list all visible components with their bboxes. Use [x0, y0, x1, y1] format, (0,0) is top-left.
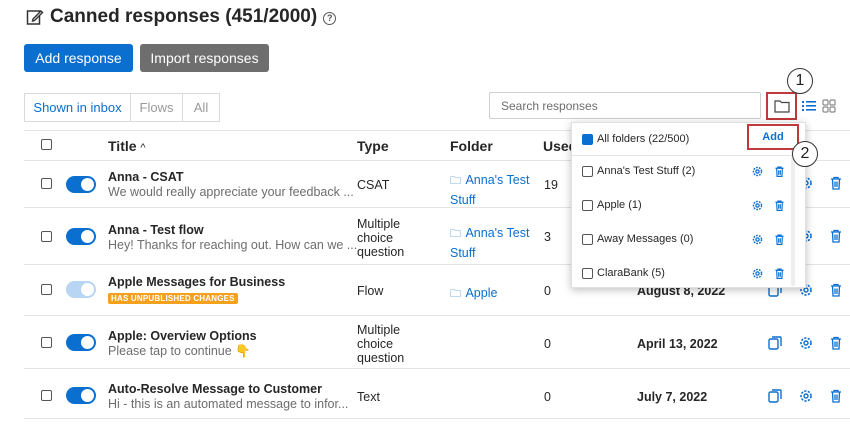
row-toggle[interactable] — [66, 176, 96, 193]
folder-option-label: Anna's Test Stuff (2) — [597, 165, 696, 177]
list-view-icon[interactable] — [801, 98, 817, 114]
settings-icon[interactable] — [798, 388, 814, 404]
add-response-button[interactable]: Add response — [24, 44, 133, 72]
row-folder-label: Anna's Test Stuff — [450, 173, 530, 207]
settings-icon[interactable] — [751, 199, 764, 212]
unpublished-badge: HAS UNPUBLISHED CHANGES — [108, 293, 238, 304]
row-toggle[interactable] — [66, 228, 96, 245]
row-folder-link[interactable]: 🗀 Anna's Test Stuff — [450, 224, 535, 262]
page-header: Canned responses (451/2000) ? — [26, 6, 337, 28]
add-folder-button[interactable]: Add — [747, 124, 799, 150]
row-type: Text — [357, 390, 380, 404]
folder-option-label: ClaraBank (5) — [597, 267, 665, 279]
row-type: Multiple choice question — [357, 323, 405, 365]
row-checkbox[interactable] — [41, 284, 52, 295]
tab-all[interactable]: All — [183, 94, 219, 121]
trash-icon[interactable] — [828, 388, 844, 404]
row-used-count: 0 — [544, 284, 551, 298]
settings-icon[interactable] — [751, 267, 764, 280]
divider — [24, 418, 850, 419]
row-date: July 7, 2022 — [637, 390, 708, 404]
row-checkbox[interactable] — [41, 337, 52, 348]
row-preview: Hi - this is an automated message to inf… — [108, 397, 349, 411]
trash-icon[interactable] — [773, 267, 786, 280]
folder-checkbox[interactable] — [582, 165, 593, 177]
callout-2: 2 — [792, 141, 818, 167]
row-type: Flow — [357, 284, 384, 298]
row-used-count: 19 — [544, 178, 558, 192]
row-folder-link[interactable]: 🗀 Apple — [450, 284, 497, 304]
column-header-type[interactable]: Type — [357, 138, 389, 154]
row-title[interactable]: Anna - CSAT — [108, 170, 183, 184]
trash-icon[interactable] — [773, 233, 786, 246]
search-input[interactable]: Search responses — [489, 92, 761, 119]
all-folders-label: All folders (22/500) — [597, 133, 690, 145]
trash-icon[interactable] — [828, 228, 844, 244]
row-folder-link[interactable]: 🗀 Anna's Test Stuff — [450, 171, 535, 209]
folder-option-label: Away Messages (0) — [597, 233, 694, 245]
folder-option-label: Apple (1) — [597, 199, 642, 211]
row-used-count: 3 — [544, 230, 551, 244]
divider — [572, 155, 805, 156]
edit-icon — [26, 10, 44, 25]
trash-icon[interactable] — [773, 199, 786, 212]
row-date: April 13, 2022 — [637, 337, 718, 351]
sort-ascending-icon: ^ — [140, 142, 146, 154]
row-toggle[interactable] — [66, 281, 96, 298]
trash-icon[interactable] — [828, 175, 844, 191]
row-type: Multiple choice question — [357, 217, 405, 259]
row-preview: Hey! Thanks for reaching out. How can we… — [108, 238, 358, 252]
folder-icon: 🗀 — [450, 175, 461, 187]
row-checkbox[interactable] — [41, 390, 52, 401]
row-title[interactable]: Apple Messages for Business — [108, 275, 285, 289]
duplicate-icon[interactable] — [767, 388, 783, 404]
settings-icon[interactable] — [751, 165, 764, 178]
row-type: CSAT — [357, 178, 390, 192]
folder-icon: 🗀 — [450, 228, 461, 240]
import-responses-button[interactable]: Import responses — [140, 44, 269, 72]
folder-icon: 🗀 — [450, 288, 461, 300]
divider — [24, 368, 850, 369]
callout-1: 1 — [787, 68, 813, 94]
settings-icon[interactable] — [751, 233, 764, 246]
row-checkbox[interactable] — [41, 231, 52, 242]
row-preview: Please tap to continue 👇 — [108, 344, 251, 358]
tab-flows[interactable]: Flows — [131, 94, 183, 121]
duplicate-icon[interactable] — [767, 335, 783, 351]
row-checkbox[interactable] — [41, 178, 52, 189]
row-folder-label: Anna's Test Stuff — [450, 226, 530, 260]
page-title: Canned responses (451/2000) — [50, 6, 318, 27]
row-preview: We would really appreciate your feedback… — [108, 185, 354, 199]
row-used-count: 0 — [544, 390, 551, 404]
divider — [24, 315, 850, 316]
column-title-label: Title — [108, 138, 137, 154]
folder-checkbox[interactable] — [582, 233, 593, 245]
row-folder-label: Apple — [465, 286, 498, 300]
row-title[interactable]: Auto-Resolve Message to Customer — [108, 382, 322, 396]
row-used-count: 0 — [544, 337, 551, 351]
tab-shown-in-inbox[interactable]: Shown in inbox — [25, 94, 131, 121]
column-header-folder[interactable]: Folder — [450, 138, 493, 154]
row-toggle[interactable] — [66, 334, 96, 351]
trash-icon[interactable] — [773, 165, 786, 178]
help-icon[interactable]: ? — [323, 11, 337, 25]
folder-checkbox[interactable] — [582, 267, 593, 279]
row-title[interactable]: Apple: Overview Options — [108, 329, 257, 343]
trash-icon[interactable] — [828, 335, 844, 351]
row-toggle[interactable] — [66, 387, 96, 404]
all-folders-checkbox[interactable] — [582, 133, 593, 145]
grid-view-icon[interactable] — [821, 98, 837, 114]
column-header-title[interactable]: Title ^ — [108, 138, 146, 154]
folder-filter-button[interactable] — [766, 92, 797, 120]
trash-icon[interactable] — [828, 282, 844, 298]
tab-bar: Shown in inbox Flows All — [24, 93, 220, 122]
folder-icon — [773, 100, 790, 113]
row-title[interactable]: Anna - Test flow — [108, 223, 204, 237]
settings-icon[interactable] — [798, 335, 814, 351]
folder-checkbox[interactable] — [582, 199, 593, 211]
select-all-checkbox[interactable] — [41, 139, 52, 150]
